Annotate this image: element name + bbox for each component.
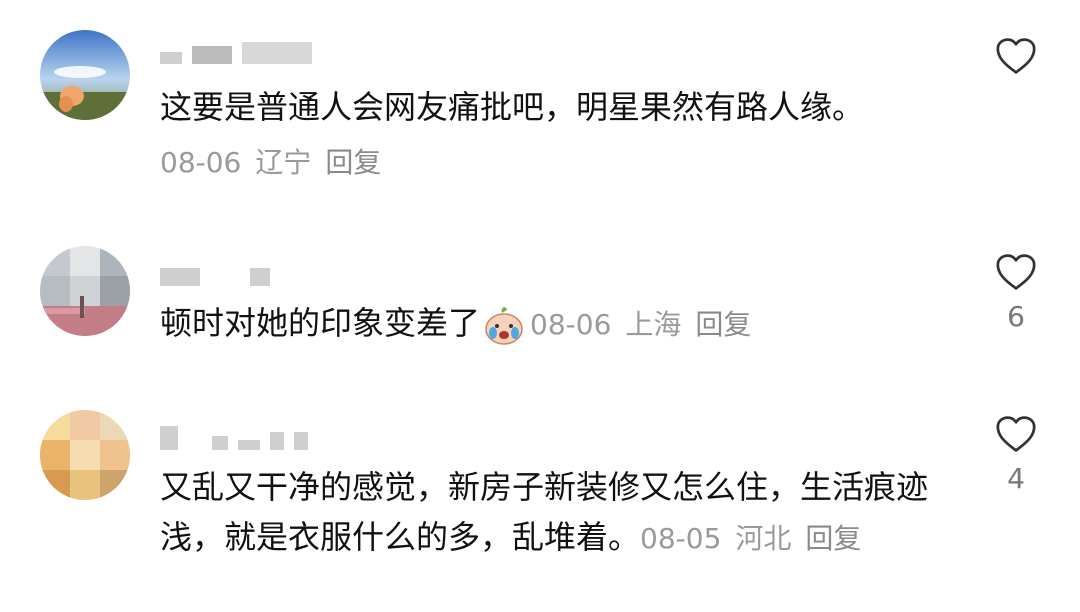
reply-button[interactable]: 回复 xyxy=(805,522,861,555)
reply-button[interactable]: 回复 xyxy=(325,146,381,179)
avatar[interactable] xyxy=(40,246,130,336)
blurred-landscape-avatar xyxy=(40,246,130,336)
username-blurred xyxy=(160,256,270,286)
like-button[interactable] xyxy=(992,36,1040,84)
comment-text: 这要是普通人会网友痛批吧，明星果然有路人缘。 xyxy=(160,88,865,126)
heart-outline-icon xyxy=(996,254,1036,290)
avatar[interactable] xyxy=(40,30,130,120)
like-button[interactable]: 6 xyxy=(992,252,1040,333)
username-blurred xyxy=(160,420,308,450)
comment-location: 辽宁 xyxy=(255,146,312,179)
comment-date: 08-06 xyxy=(530,308,612,341)
like-count: 6 xyxy=(1007,300,1025,333)
reply-button[interactable]: 回复 xyxy=(695,308,751,341)
heart-outline-icon xyxy=(996,38,1036,74)
comment-location: 上海 xyxy=(625,308,682,341)
crying-face-emoji xyxy=(485,307,523,345)
comment-body: 又乱又干净的感觉，新房子新装修又怎么住，生活痕迹浅，就是衣服什么的多，乱堆着。0… xyxy=(160,462,950,564)
username-blurred xyxy=(160,34,312,64)
heart-outline-icon xyxy=(996,416,1036,452)
comment-body: 顿时对她的印象变差了 08-06 上海 回复 xyxy=(160,298,960,350)
blurred-food-avatar xyxy=(40,410,130,500)
comment-meta: 08-06 辽宁 回复 xyxy=(160,138,960,188)
comment-date: 08-06 xyxy=(160,146,242,179)
sky-hand-photo-avatar xyxy=(40,30,130,120)
comment-text: 顿时对她的印象变差了 xyxy=(160,304,481,342)
comment-date: 08-05 xyxy=(640,522,722,555)
comment-body: 这要是普通人会网友痛批吧，明星果然有路人缘。 xyxy=(160,82,960,132)
like-button[interactable]: 4 xyxy=(992,414,1040,495)
comment-location: 河北 xyxy=(735,522,792,555)
avatar[interactable] xyxy=(40,410,130,500)
like-count: 4 xyxy=(1007,462,1025,495)
